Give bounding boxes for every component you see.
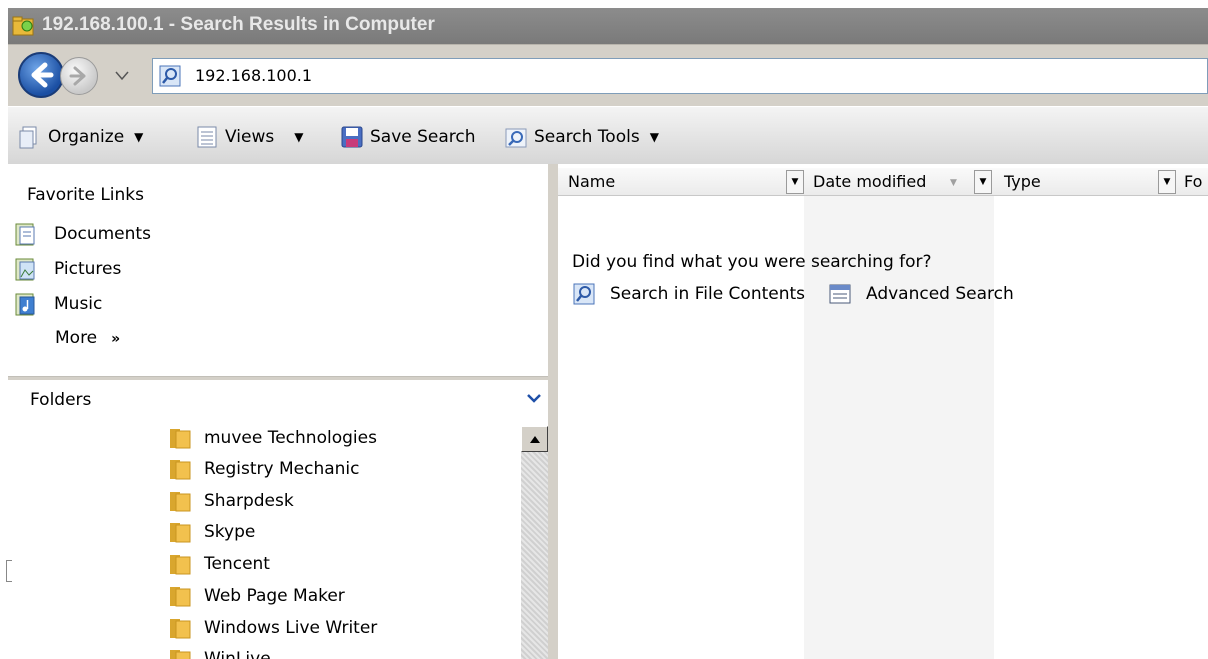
favorite-item-pictures[interactable]: Pictures <box>14 256 121 282</box>
folder-label: Windows Live Writer <box>204 618 378 638</box>
folder-icon <box>170 650 191 659</box>
advanced-search-icon <box>829 284 851 304</box>
save-search-button[interactable]: Save Search <box>340 124 476 150</box>
address-strip: 192.168.100.1 <box>8 44 1208 106</box>
folder-item[interactable]: Tencent <box>168 550 270 578</box>
folders-title: Folders <box>30 390 92 410</box>
search-prompt: Did you find what you were searching for… <box>572 252 932 272</box>
window-title: 192.168.100.1 - Search Results in Comput… <box>42 14 435 35</box>
arrow-up-icon <box>529 436 540 443</box>
chevron-down-icon[interactable] <box>112 67 132 85</box>
column-filter-button[interactable]: ▼ <box>1158 170 1176 194</box>
caret-down-icon: ▼ <box>649 130 659 144</box>
documents-icon <box>15 223 35 246</box>
column-filter-button[interactable]: ▼ <box>974 170 992 194</box>
folder-item[interactable]: Windows Live Writer <box>168 614 377 642</box>
folder-icon <box>170 460 191 480</box>
views-label: Views <box>225 127 275 147</box>
folder-label: muvee Technologies <box>204 428 377 448</box>
navigation-pane: Favorite Links Documents Pictures Music … <box>8 164 548 659</box>
search-tools-icon <box>505 128 527 148</box>
folder-icon <box>170 429 191 449</box>
forward-arrow-icon <box>69 66 86 86</box>
more-label: More <box>55 328 98 348</box>
pictures-icon <box>15 258 35 281</box>
suggestion-label: Search in File Contents <box>610 284 806 304</box>
favorite-item-documents[interactable]: Documents <box>14 221 151 247</box>
folder-icon <box>170 492 191 512</box>
search-icon <box>159 65 181 87</box>
organize-label: Organize <box>48 127 125 147</box>
back-arrow-icon <box>31 62 54 88</box>
caret-down-icon: ▼ <box>979 177 987 187</box>
pane-splitter-vertical[interactable] <box>548 164 558 659</box>
double-chevron-right-icon: » <box>111 331 121 347</box>
folders-scrollbar[interactable] <box>521 426 548 659</box>
organize-icon <box>19 126 37 149</box>
forward-button[interactable] <box>60 57 98 95</box>
organize-button[interactable]: Organize ▼ <box>18 124 143 150</box>
caret-down-icon: ▼ <box>791 177 799 187</box>
scroll-up-button[interactable] <box>521 426 548 452</box>
folder-icon <box>170 523 191 543</box>
folder-label: Tencent <box>204 554 270 574</box>
favorite-label: Documents <box>54 224 151 244</box>
command-toolbar: Organize ▼ Views ▼ Save Search Search To… <box>8 106 1208 164</box>
favorite-label: Pictures <box>54 259 122 279</box>
search-tools-button[interactable]: Search Tools ▼ <box>504 124 659 150</box>
window-edge-mark <box>6 560 12 582</box>
save-search-label: Save Search <box>370 127 476 147</box>
results-pane: Name ▼ Date modified ▼ ▼ Type ▼ Fo Did y… <box>558 164 1208 659</box>
search-tools-label: Search Tools <box>534 127 640 147</box>
caret-down-icon: ▼ <box>294 130 304 144</box>
column-header-folder[interactable]: Fo <box>1184 172 1202 191</box>
address-text: 192.168.100.1 <box>195 66 313 85</box>
folder-icon <box>170 619 191 639</box>
folder-item[interactable]: muvee Technologies <box>168 424 377 452</box>
folder-label: Sharpdesk <box>204 491 294 511</box>
folder-label: Web Page Maker <box>204 586 345 606</box>
views-icon <box>197 126 217 148</box>
search-in-file-contents-link[interactable]: Search in File Contents <box>572 280 805 308</box>
folder-label: Skype <box>204 522 256 542</box>
chevron-down-icon[interactable] <box>524 390 544 408</box>
advanced-search-link[interactable]: Advanced Search <box>828 280 1014 308</box>
folder-icon <box>170 587 191 607</box>
favorite-label: Music <box>54 294 103 314</box>
folder-icon <box>170 555 191 575</box>
folder-item[interactable]: Web Page Maker <box>168 582 345 610</box>
pane-splitter[interactable] <box>8 376 548 380</box>
caret-down-icon: ▼ <box>1163 177 1171 187</box>
column-header-type[interactable]: Type <box>1004 172 1041 191</box>
title-bar[interactable]: 192.168.100.1 - Search Results in Comput… <box>8 8 1208 44</box>
favorite-links-title: Favorite Links <box>27 185 145 205</box>
folder-item[interactable]: Skype <box>168 518 255 546</box>
column-header-date-modified[interactable]: Date modified <box>813 172 926 191</box>
folder-label: WinLive <box>204 649 271 659</box>
search-icon <box>573 283 595 305</box>
views-button[interactable]: Views ▼ <box>195 124 303 150</box>
music-icon <box>15 293 35 316</box>
folder-item[interactable]: Sharpdesk <box>168 487 294 515</box>
address-field[interactable]: 192.168.100.1 <box>152 58 1208 94</box>
caret-down-icon: ▼ <box>134 130 144 144</box>
folder-item[interactable]: Registry Mechanic <box>168 455 360 483</box>
column-filter-button[interactable]: ▼ <box>786 170 804 194</box>
suggestion-label: Advanced Search <box>866 284 1014 304</box>
search-folder-icon <box>12 16 34 36</box>
column-header-name[interactable]: Name <box>568 172 615 191</box>
sort-arrow-icon: ▼ <box>950 178 957 188</box>
floppy-disk-icon <box>341 126 363 148</box>
folder-item[interactable]: WinLive <box>168 645 271 659</box>
more-link[interactable]: More » <box>55 328 120 348</box>
folder-label: Registry Mechanic <box>204 459 360 479</box>
column-header-row: Name ▼ Date modified ▼ ▼ Type ▼ Fo <box>558 168 1208 196</box>
favorite-item-music[interactable]: Music <box>14 291 102 317</box>
back-button[interactable] <box>18 52 64 98</box>
